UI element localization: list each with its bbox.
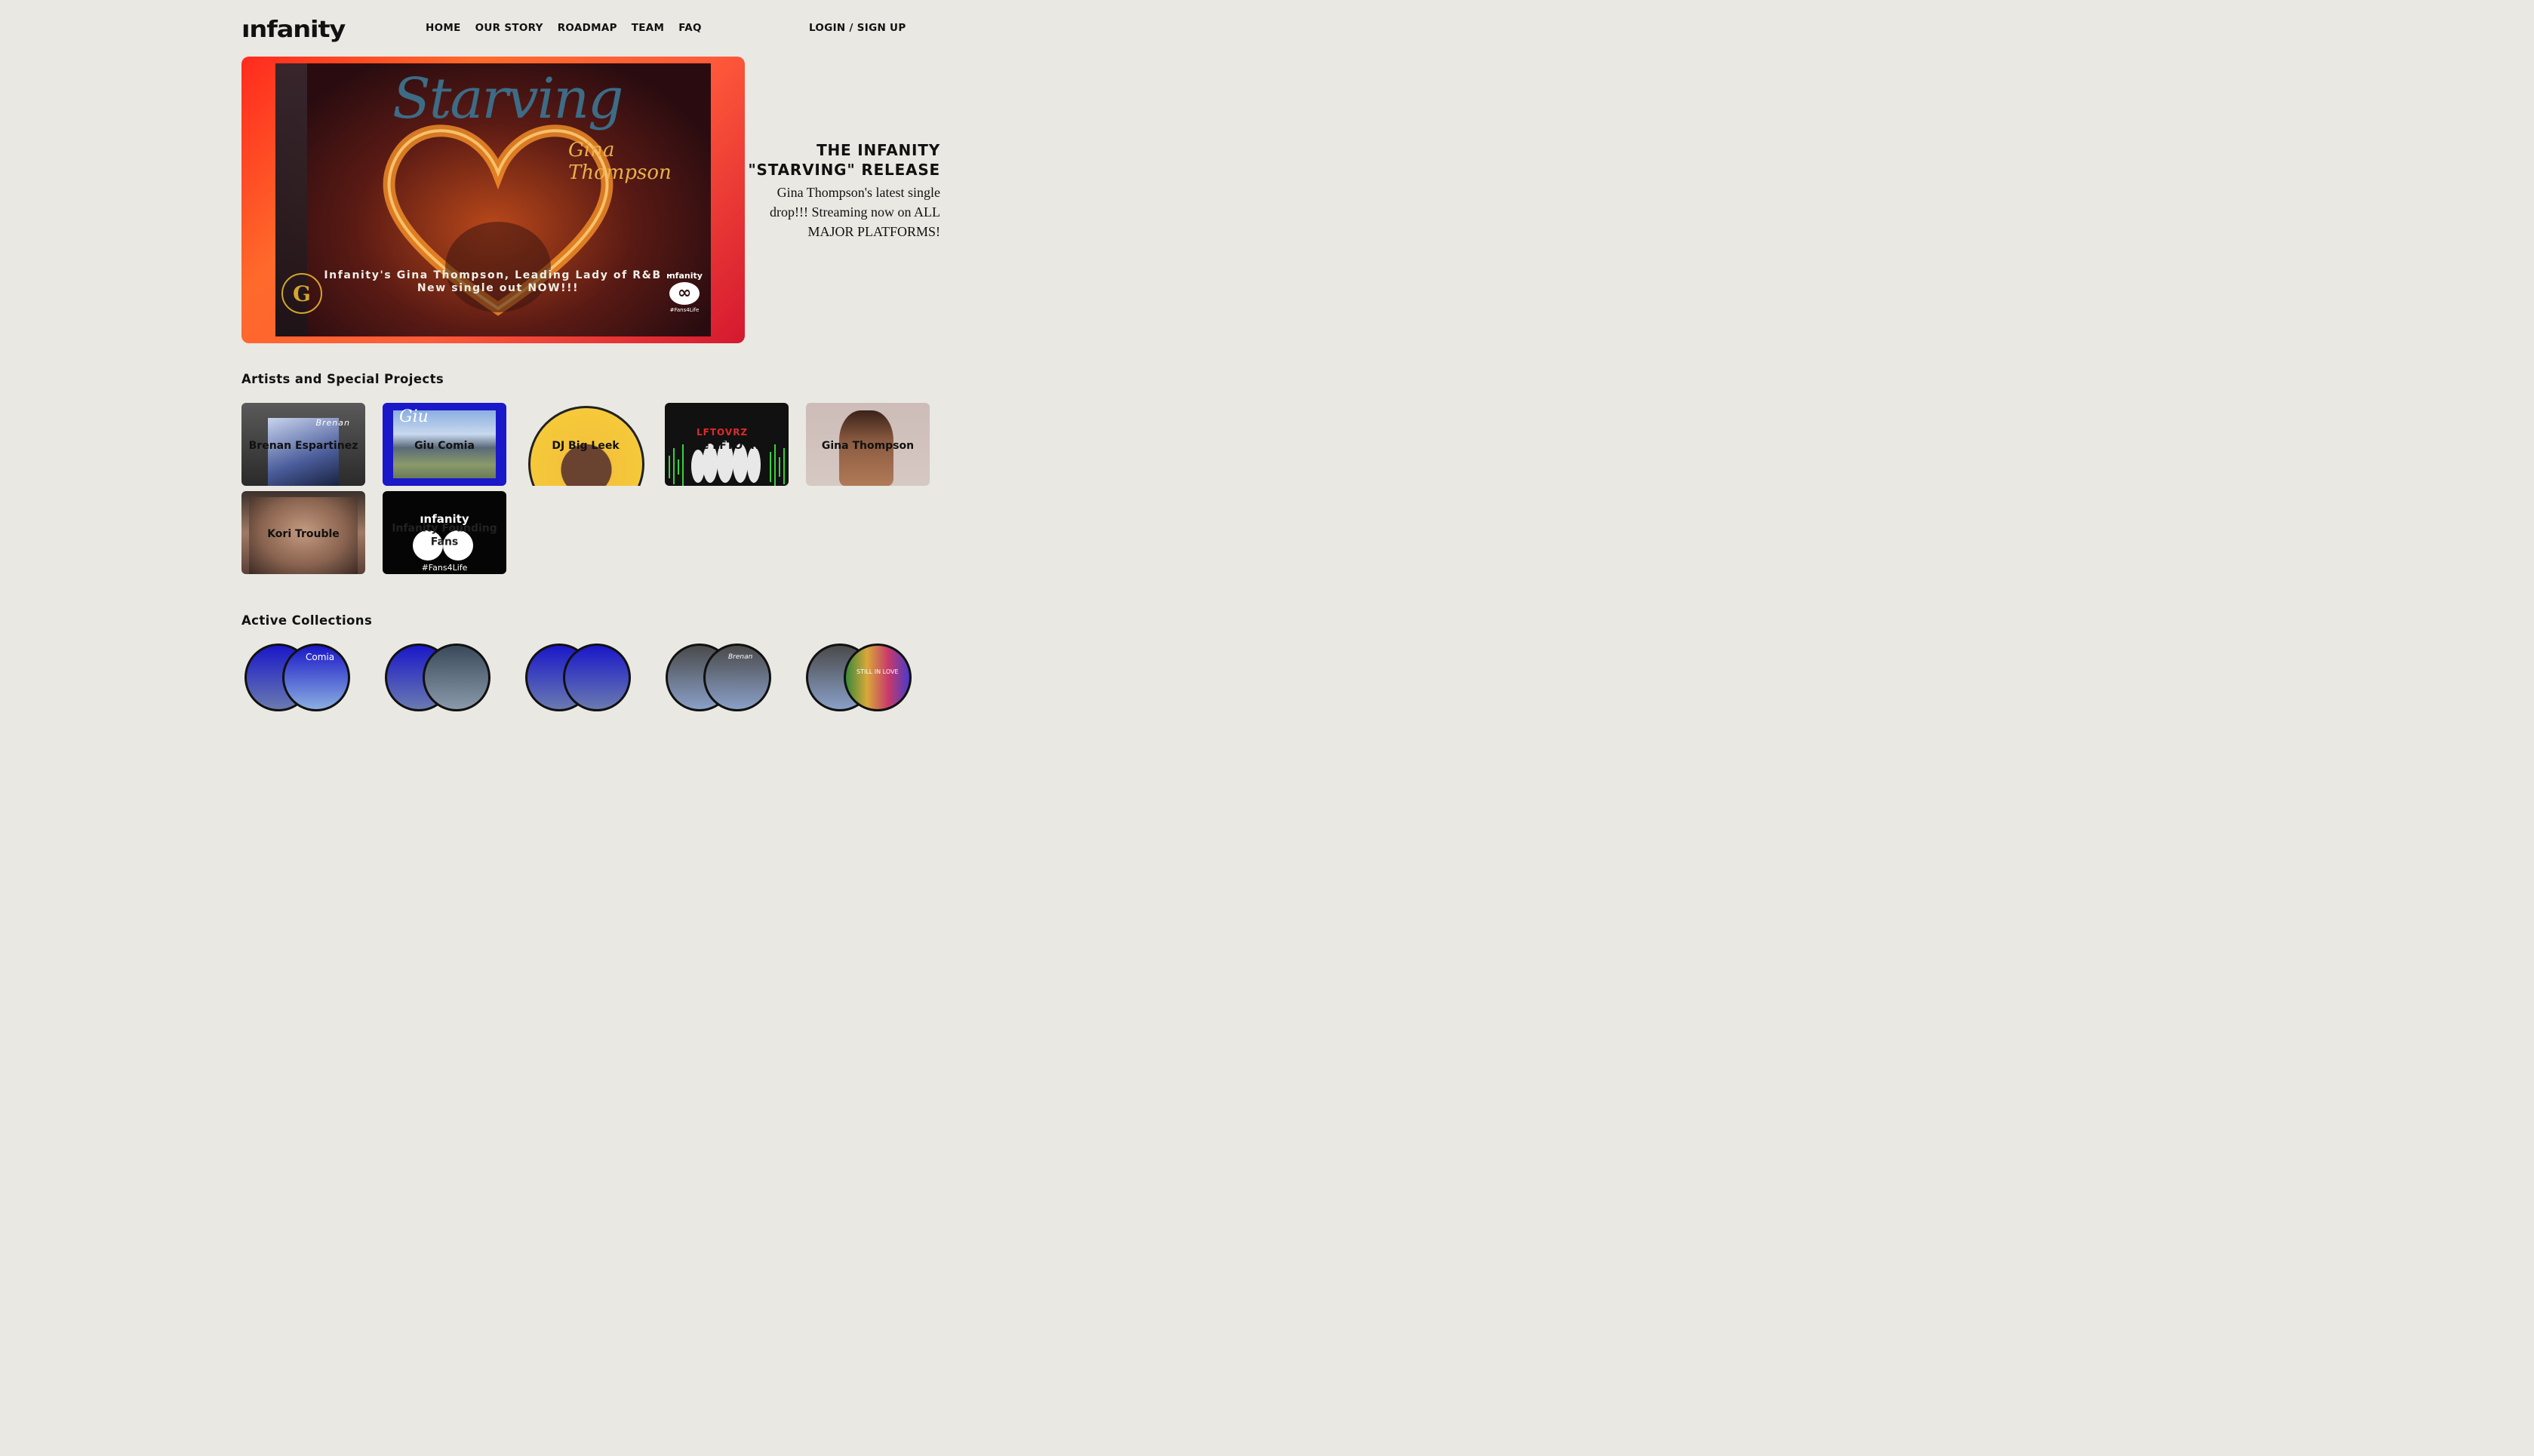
starving-poster-image: Starving Gina Thompson Infanity's Gina T… — [275, 63, 711, 336]
poster-title: Starving — [392, 66, 623, 131]
card-tag: #Fans4Life — [421, 563, 468, 573]
hero-text-block: THE INFANITY "STARVING" RELEASE Gina Tho… — [744, 140, 940, 241]
login-signup-link[interactable]: LOGIN / SIGN UP — [809, 22, 906, 34]
artist-card-kori-trouble[interactable]: Kori Trouble — [241, 491, 365, 574]
collection-overlay-text: Brenan — [728, 653, 753, 661]
collections-heading: Active Collections — [241, 613, 373, 628]
artist-card-gina-thompson[interactable]: Gina Thompson — [806, 403, 930, 486]
badge-brand: ınfanity — [666, 271, 703, 281]
collection-avatar — [563, 644, 631, 711]
site-logo[interactable]: ınfanity — [241, 17, 346, 43]
artist-name: Kori Trouble — [267, 527, 340, 540]
collection-overlay-text: Comia — [306, 652, 335, 662]
collection-avatar — [423, 644, 491, 711]
artist-name: DJ Big Leek — [552, 439, 620, 452]
nav-faq[interactable]: FAQ — [678, 22, 702, 34]
poster-caption: Infanity's Gina Thompson, Leading Lady o… — [321, 269, 675, 295]
artist-card-giu[interactable]: Giu Giu Comia — [383, 403, 506, 486]
artist-card-brenan[interactable]: Brenan Brenan Espartinez — [241, 403, 365, 486]
hero-title: THE INFANITY "STARVING" RELEASE — [748, 141, 940, 179]
collection-overlay-text: STILL IN LOVE — [856, 668, 899, 675]
poster-caption-line2: New single out NOW!!! — [417, 282, 580, 294]
artist-name: The LFTOVRZ — [687, 439, 767, 452]
infanity-badge: ınfanity ∞ #Fans4Life — [663, 271, 706, 313]
artist-overlay-text: Brenan — [315, 418, 350, 428]
nav-our-story[interactable]: OUR STORY — [475, 22, 543, 34]
collection-avatar: Comia — [282, 644, 350, 711]
nav-home[interactable]: HOME — [426, 22, 461, 34]
collection-item-1[interactable]: Comia — [244, 644, 350, 711]
artists-heading: Artists and Special Projects — [241, 372, 444, 386]
main-nav: HOME OUR STORY ROADMAP TEAM FAQ — [426, 22, 702, 34]
hero-banner[interactable]: Starving Gina Thompson Infanity's Gina T… — [241, 57, 745, 343]
gina-seal-logo: G — [281, 273, 322, 314]
collection-avatar: STILL IN LOVE — [844, 644, 912, 711]
nav-roadmap[interactable]: ROADMAP — [558, 22, 617, 34]
nav-team[interactable]: TEAM — [632, 22, 665, 34]
hero-description: Gina Thompson's latest single drop!!! St… — [770, 185, 940, 239]
artist-overlay-text: Giu — [399, 407, 429, 426]
artist-name: Gina Thompson — [821, 439, 915, 452]
artist-card-infanity-founding-fans[interactable]: ınfanity Infanity Founding Fans #Fans4Li… — [383, 491, 506, 574]
poster-artist: Gina Thompson — [568, 139, 672, 184]
collection-item-4[interactable]: Brenan — [666, 644, 771, 711]
artist-card-lftovrz[interactable]: LFTOVRZ The LFTOVRZ — [665, 403, 789, 486]
collection-avatar: Brenan — [703, 644, 771, 711]
artist-name: Infanity Founding Fans — [392, 522, 497, 548]
infinity-icon: ∞ — [669, 282, 700, 305]
collection-item-3[interactable] — [525, 644, 631, 711]
collection-item-5[interactable]: STILL IN LOVE — [806, 644, 912, 711]
badge-tag: #Fans4Life — [669, 307, 700, 313]
artist-card-dj-big-leek[interactable]: DJ Big Leek — [524, 403, 647, 486]
collection-item-2[interactable] — [385, 644, 491, 711]
poster-caption-line1: Infanity's Gina Thompson, Leading Lady o… — [324, 269, 672, 281]
artist-name: Brenan Espartinez — [248, 439, 358, 452]
artist-overlay-text: LFTOVRZ — [697, 427, 749, 438]
artist-name: Giu Comia — [414, 439, 475, 452]
